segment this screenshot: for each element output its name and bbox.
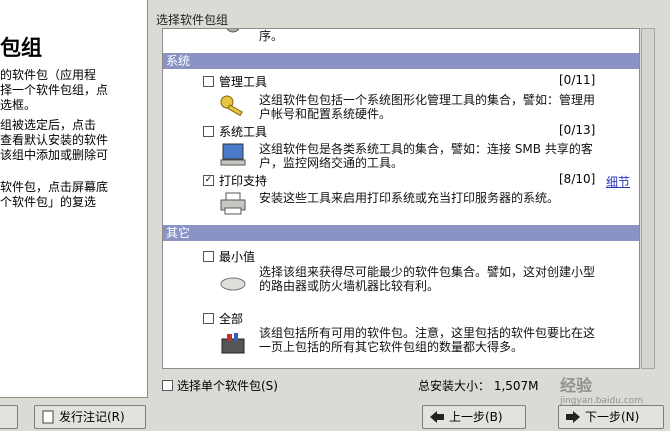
group-desc-system-tools: 这组软件包是各类系统工具的集合，譬如：连接 SMB 共享的客户，监控网络交通的工… bbox=[259, 142, 593, 170]
keys-icon bbox=[220, 95, 243, 117]
help-paragraph-3: 软件包，点击屏幕底 个软件包」的复选 bbox=[0, 180, 109, 209]
router-icon bbox=[220, 277, 246, 291]
group-name-admin-tools[interactable]: 管理工具 bbox=[219, 73, 267, 90]
details-link[interactable]: 细节 bbox=[606, 173, 630, 190]
group-name-minimal[interactable]: 最小值 bbox=[219, 248, 255, 265]
package-group-list[interactable]: 序。 系统 管理工具 [0/11] 这组软件包包括一个系统图形化管理工具的集合，… bbox=[162, 28, 640, 369]
help-title: 包组 bbox=[0, 36, 42, 60]
release-notes-button[interactable]: 发行注记(R) bbox=[34, 405, 146, 429]
package-group-frame-label: 选择软件包组 bbox=[156, 13, 229, 27]
help-button-partial[interactable] bbox=[0, 405, 18, 429]
group-count-system-tools: [0/13] bbox=[559, 123, 596, 137]
help-paragraph-2: 组被选定后，点击 查看默认安装的软件 该组中添加或删除可 bbox=[0, 118, 109, 162]
printer-icon bbox=[220, 192, 246, 215]
back-button[interactable]: 上一步(B) bbox=[422, 405, 526, 429]
category-header-other: 其它 bbox=[163, 225, 639, 241]
gear-icon bbox=[226, 29, 240, 33]
group-checkbox-everything[interactable] bbox=[203, 313, 214, 324]
group-checkbox-admin-tools[interactable] bbox=[203, 76, 214, 87]
group-desc-minimal: 选择该组来获得尽可能最少的软件包集合。譬如，这对创建小型的路由器或防火墙机器比较… bbox=[259, 265, 596, 293]
group-count-admin-tools: [0/11] bbox=[559, 73, 596, 87]
group-desc-everything: 该组包括所有可用的软件包。注意，这里包括的软件包要比在这一页上包括的所有其它软件… bbox=[259, 326, 596, 354]
scrollbar[interactable] bbox=[641, 28, 655, 369]
group-desc-printing-support: 安装这些工具来启用打印系统或充当打印服务器的系统。 bbox=[259, 191, 560, 205]
next-arrow-icon bbox=[566, 411, 580, 423]
group-name-printing-support[interactable]: 打印支持 bbox=[219, 172, 267, 189]
group-desc-partial: 序。 bbox=[259, 29, 284, 43]
monitor-icon bbox=[220, 143, 246, 166]
toolbox-icon bbox=[221, 333, 245, 354]
group-desc-admin-tools: 这组软件包包括一个系统图形化管理工具的集合，譬如：管理用户帐号和配置系统硬件。 bbox=[259, 93, 596, 121]
watermark: 经验 jingyan.baidu.com bbox=[560, 376, 644, 406]
total-install-size: 总安装大小： 1,507M bbox=[418, 379, 539, 393]
group-checkbox-printing-support[interactable]: ✓ bbox=[203, 175, 214, 186]
group-checkbox-system-tools[interactable] bbox=[203, 126, 214, 137]
group-checkbox-minimal[interactable] bbox=[203, 251, 214, 262]
help-pane: 包组 的软件包（应用程 择一个软件包组，点 选框。 组被选定后，点击 查看默认安… bbox=[0, 0, 148, 398]
back-arrow-icon bbox=[430, 411, 444, 423]
group-count-printing-support: [8/10] bbox=[559, 172, 596, 186]
select-individual-checkbox[interactable] bbox=[162, 380, 173, 391]
next-button[interactable]: 下一步(N) bbox=[558, 405, 664, 429]
select-individual-packages[interactable]: 选择单个软件包(S) bbox=[162, 377, 278, 394]
help-paragraph-1: 的软件包（应用程 择一个软件包组，点 选框。 bbox=[0, 68, 109, 112]
group-name-everything[interactable]: 全部 bbox=[219, 310, 243, 327]
select-individual-label: 选择单个软件包(S) bbox=[177, 379, 278, 393]
category-header-system: 系统 bbox=[163, 53, 639, 69]
group-name-system-tools[interactable]: 系统工具 bbox=[219, 123, 267, 140]
document-icon bbox=[42, 410, 54, 424]
